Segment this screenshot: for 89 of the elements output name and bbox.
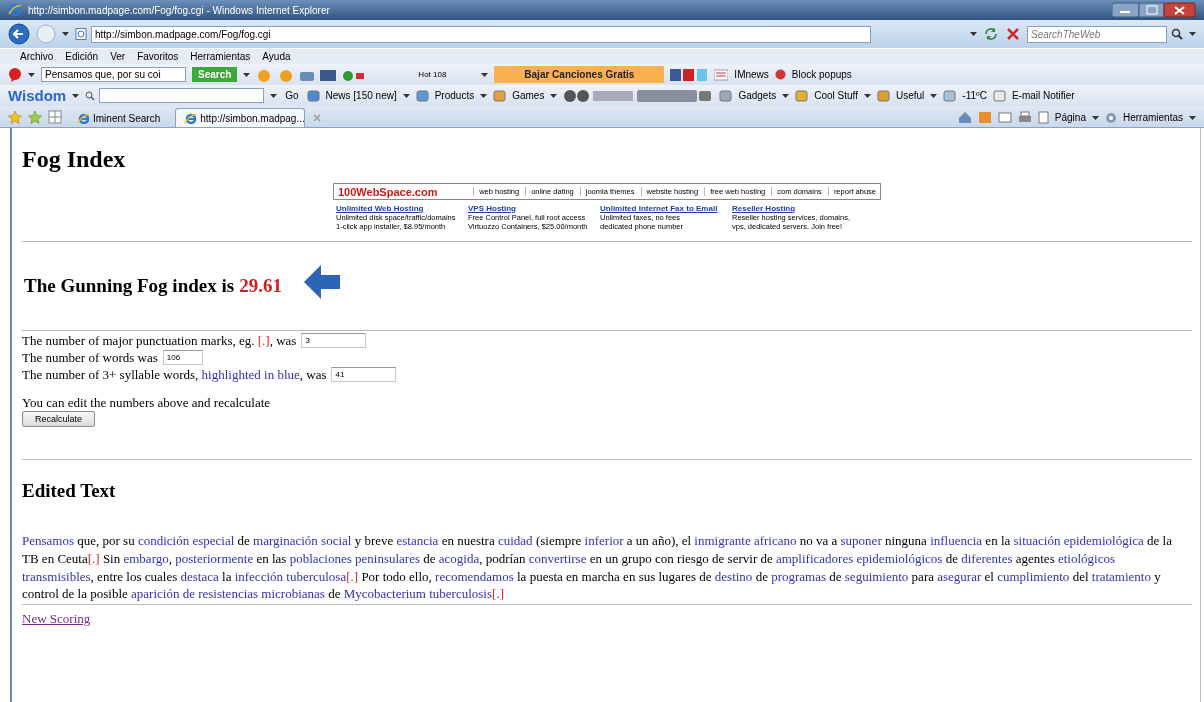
wisdom-logo[interactable]: Wisdom [8,87,67,104]
caret-icon[interactable] [270,93,278,98]
toolbar-item-icon[interactable] [306,89,320,102]
speech-bubble-icon[interactable] [8,67,22,82]
caret-icon[interactable] [930,93,938,98]
toolbar-link[interactable]: -11ºC [962,90,987,101]
fog-index-value: 29.61 [239,275,282,297]
caret-icon[interactable] [28,72,35,77]
toolbar-item-icon[interactable] [943,89,957,102]
toolbar-item-icon[interactable] [719,89,733,102]
caret-icon[interactable] [1189,32,1196,36]
print-icon[interactable] [1017,111,1032,124]
toolbar-item-icon[interactable] [795,89,809,102]
section-heading: Edited Text [22,480,116,502]
caret-icon[interactable] [863,93,871,98]
count-field[interactable]: 3 [301,333,367,348]
recalculate-button[interactable]: Recalculate [22,411,96,427]
caret-icon[interactable] [970,32,977,36]
refresh-icon[interactable] [983,26,999,42]
station-dropdown[interactable]: Hot 108 [418,67,489,82]
caret-icon[interactable] [550,93,558,98]
ad-offer-link[interactable]: Reseller Hosting [732,204,796,213]
window-controls-drawing[interactable] [1112,2,1196,18]
page-title: Fog Index [22,146,126,173]
toolbar-item-icon[interactable] [876,89,890,102]
caret-icon[interactable] [62,32,69,36]
caret-icon[interactable] [243,72,251,77]
ad-offer-link[interactable]: VPS Hosting [468,204,516,213]
result-label: The Gunning Fog index is [24,275,235,297]
count-label: The number of major punctuation marks, eg. [.], was [22,332,297,349]
count-field[interactable]: 106 [162,350,203,365]
window-title: http://simbon.madpage.com/Fog/fog.cgi - Windows Internet Explorer [28,4,330,16]
caret-icon[interactable] [1091,115,1099,120]
menu-item[interactable]: Favoritos [137,51,179,62]
left-arrow-icon [303,264,340,300]
menu-item[interactable]: Ayuda [262,51,291,62]
ad-offer-link[interactable]: Unlimited Web Hosting [336,204,424,213]
search-icon [85,90,96,101]
caret-icon[interactable] [402,93,410,98]
recalculate-note: You can edit the numbers above and recalculate [22,395,272,410]
caret-icon[interactable] [72,93,80,98]
command-menu[interactable]: Herramientas [1122,112,1183,123]
command-menu[interactable]: Página [1054,112,1086,123]
count-label: The number of words was [22,349,158,366]
news-icon[interactable] [714,68,729,81]
toolbar-item-icon[interactable] [493,89,507,102]
toolbar-link[interactable]: E-mail Notifier [1011,90,1075,101]
browser-tab[interactable]: Iminent Search [68,108,170,127]
toolbar-link[interactable]: IMnews [734,69,769,80]
ad-brand-logo[interactable]: 100WebSpace.com [338,185,458,198]
menu-item[interactable]: Edición [65,51,99,62]
toolbar-link[interactable]: News [150 new] [325,90,397,101]
toolbar-item-icon[interactable] [992,89,1006,102]
toolbar-search-field[interactable]: Pensamos que, por su coi [41,67,186,82]
social-icons-drawing[interactable] [670,67,709,82]
toolbar-link[interactable]: Products [434,90,475,101]
toolbar-item-icon[interactable] [415,89,429,102]
web-search-field[interactable]: SearchTheWeb [1027,25,1167,43]
menu-item[interactable]: Herramientas [190,51,251,62]
search-icon[interactable] [1171,28,1183,40]
media-controls-drawing[interactable] [563,88,714,103]
caret-icon[interactable] [481,72,489,77]
caret-icon[interactable] [480,93,488,98]
home-icon[interactable] [957,111,972,124]
wisdom-search-field[interactable] [99,88,265,103]
menu-item[interactable]: Archivo [20,51,54,62]
toolbar-link[interactable]: Useful [895,90,925,101]
quick-tabs-icon[interactable] [48,110,62,124]
caret-icon[interactable] [1189,115,1196,120]
go-button[interactable]: Go [283,90,301,101]
stop-icon[interactable] [1005,26,1021,42]
toolbar-link[interactable]: Gadgets [738,90,777,101]
menu-item[interactable]: Ver [110,51,126,62]
toolbar-link[interactable]: Cool Stuff [814,90,858,101]
new-scoring-link[interactable]: New Scoring [22,611,91,628]
edited-paragraph: Pensamos que, por su condición especial de marginación social y breve estancia en nuestra cuidad (siempre inferior a un año), el inmigrante africano no va a suponer ninguna influencia en la situación epidemiológica de la TB en Ceuta[.] Sin embargo, posteriormente en las poblaciones peninsulares de acogida, podrían convertirse en un grupo con riesgo de servir de amplificadores epidemiológicos de diferentes agentes etiológicos transmisibles, entre los cuales destaca la infección tuberculosa[.] Por todo ello, recomendamos la puesta en marcha en sus lugares de destino de programas de seguimiento para asegurar el cumplimiento del tratamiento y control de la posible aparición de resistencias microbianas de Mycobacterium tuberculosis[.] [22,532,1173,604]
promo-button[interactable]: Bajar Canciones Gratis [494,66,665,83]
count-field[interactable]: 41 [331,367,397,382]
back-icon[interactable] [8,23,30,45]
count-label: The number of 3+ syllable words, highlighted in blue, was [22,366,327,383]
toolbar-link[interactable]: Games [512,90,545,101]
favorites-star-icon[interactable] [8,110,22,124]
mail-icon[interactable] [997,111,1012,124]
ad-offer-link[interactable]: Unlimited Internet Fax to Email [600,204,718,213]
browser-icon [8,3,22,17]
toolbar-link[interactable]: Block popups [791,69,852,80]
gear-icon [1104,111,1117,124]
address-field[interactable]: http://simbon.madpage.com/Fog/fog.cgi [91,25,871,43]
caret-icon[interactable] [782,93,790,98]
